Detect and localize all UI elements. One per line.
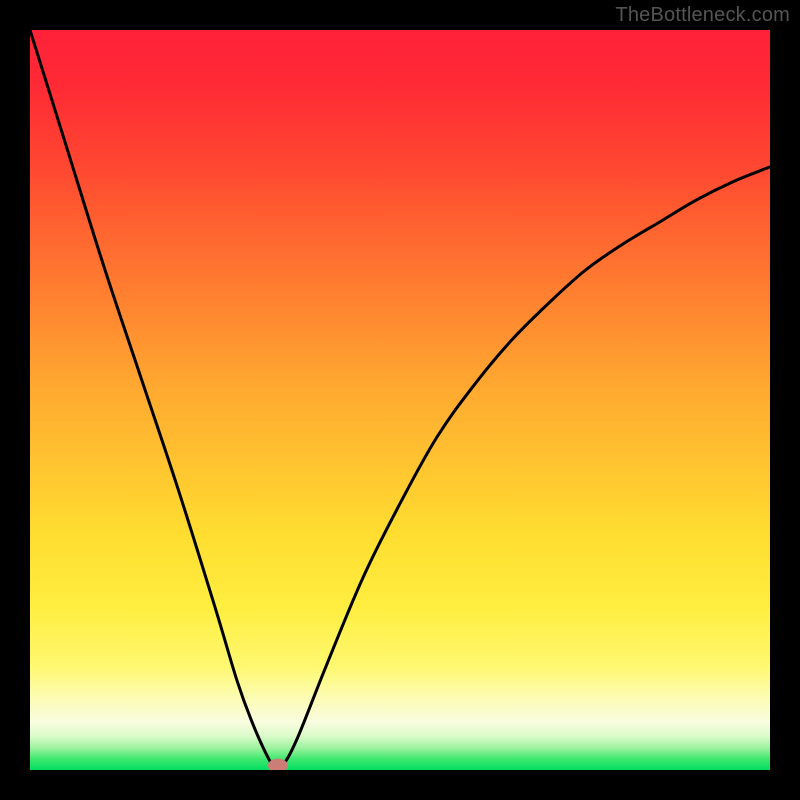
gradient-background — [30, 30, 770, 770]
chart-frame: TheBottleneck.com — [0, 0, 800, 800]
bottleneck-chart — [30, 30, 770, 770]
watermark-text: TheBottleneck.com — [615, 4, 790, 27]
plot-area — [30, 30, 770, 770]
